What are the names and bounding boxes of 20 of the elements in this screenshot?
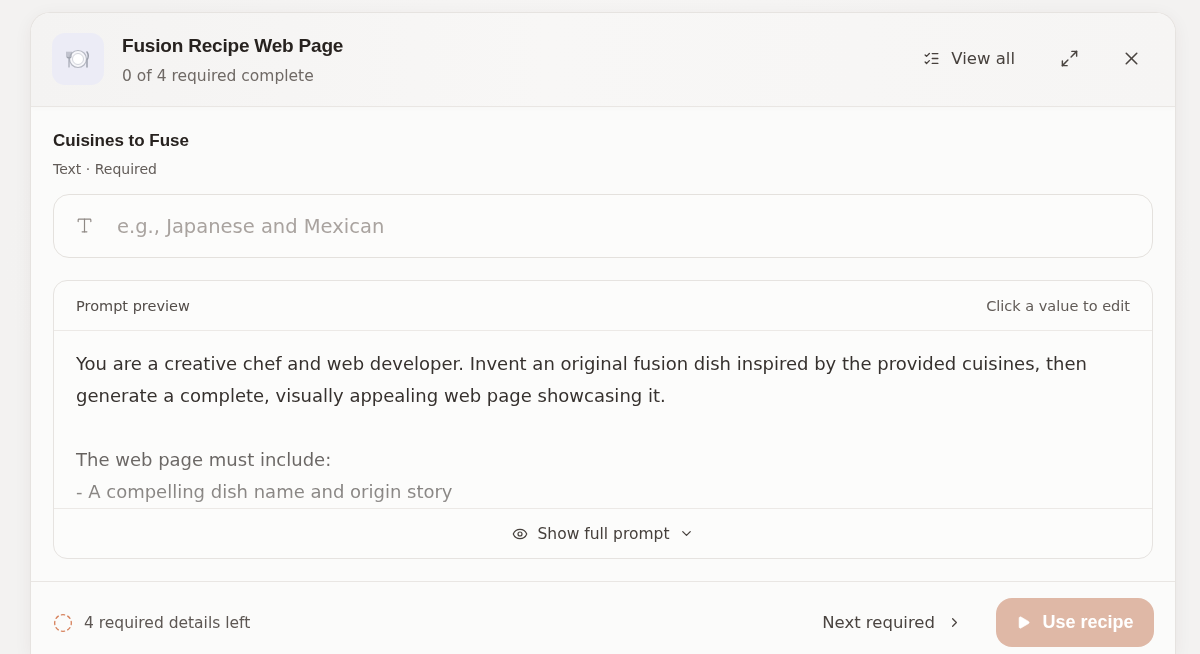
prompt-text: The web page must include: xyxy=(76,448,333,472)
dialog-title: Fusion Recipe Web Page xyxy=(122,34,344,58)
show-full-prompt-button[interactable]: Show full prompt xyxy=(503,518,703,549)
field-label: Cuisines to Fuse xyxy=(53,130,191,152)
prompt-text: You are a creative chef and web developer. Invent an original fusion dish inspired by the provided cuisines, then generate a complete, visually appealing web page showcasing it. xyxy=(76,352,1088,408)
play-icon xyxy=(1016,615,1032,630)
view-all-button[interactable]: View all xyxy=(913,41,1025,76)
progress-text: 0 of 4 required complete xyxy=(122,66,314,87)
prompt-text: - A compelling dish name and origin story xyxy=(76,480,454,504)
plate-cutlery-icon xyxy=(52,32,104,85)
expand-icon xyxy=(1059,49,1079,68)
dashed-ring-icon xyxy=(53,612,73,633)
cuisines-input-field[interactable]: e.g., Japanese and Mexican xyxy=(53,194,1153,258)
next-required-button[interactable]: Next required xyxy=(822,605,962,640)
field-type-text: Text · Required xyxy=(53,160,158,179)
required-left-text: 4 required details left xyxy=(84,613,252,632)
text-type-icon xyxy=(75,216,94,235)
edit-hint-text: Click a value to edit xyxy=(986,297,1130,314)
prompt-preview-title: Prompt preview xyxy=(76,297,190,314)
checklist-icon xyxy=(923,50,941,67)
